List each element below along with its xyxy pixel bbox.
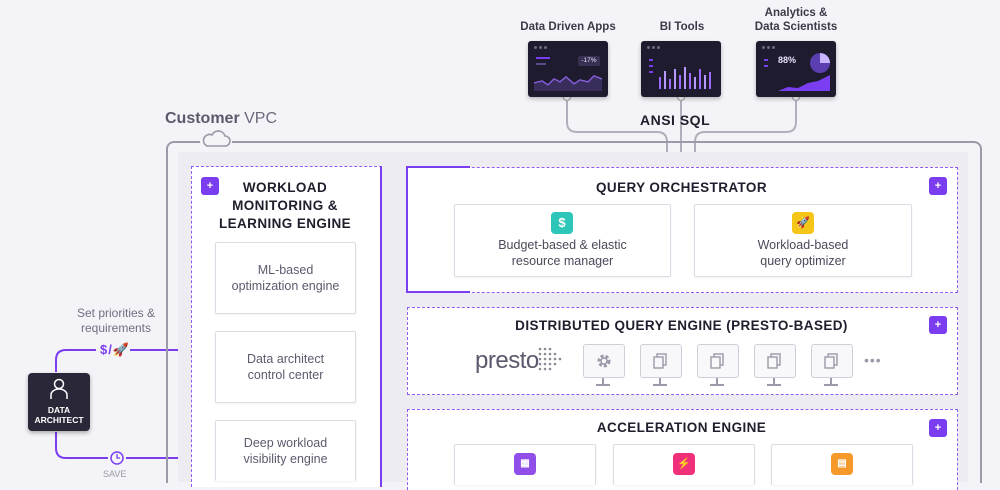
orchestrator-accent-bottom <box>406 291 470 293</box>
card-line: Data architect <box>246 352 325 366</box>
dollar-rocket-icons: $/🚀 <box>100 342 131 357</box>
architect-label-line: ARCHITECT <box>34 415 84 425</box>
card-line: control center <box>247 368 324 382</box>
workload-title-line-3: LEARNING ENGINE <box>218 216 351 231</box>
worker-node <box>754 344 796 386</box>
app-card-data-driven[interactable]: -17% <box>528 41 608 97</box>
card-line: Workload-based <box>757 238 849 252</box>
plus-badge-icon: + <box>929 177 947 195</box>
cloud-outline-icon <box>202 130 231 147</box>
card-line: resource manager <box>511 254 614 268</box>
ml-optimization-card[interactable]: ML-based optimization engine <box>215 242 356 314</box>
more-nodes-ellipsis: ••• <box>864 352 882 368</box>
acceleration-engine-title: ACCELERATION ENGINE <box>596 420 767 435</box>
visibility-engine-card[interactable]: Deep workload visibility engine <box>215 420 356 481</box>
priorities-line: requirements <box>80 321 152 335</box>
person-icon <box>50 378 68 399</box>
plus-badge-icon: + <box>929 316 947 334</box>
copy-icon <box>710 353 724 369</box>
copy-icon <box>653 353 667 369</box>
orchestrator-accent-left <box>406 166 408 293</box>
plus-badge-icon: + <box>929 419 947 437</box>
pie-chart-icon <box>810 53 830 73</box>
card-line: query optimizer <box>760 254 846 268</box>
app-label-bi-tools: BI Tools <box>659 21 705 33</box>
worker-node <box>811 344 853 386</box>
app-label-analytics: Analytics & Data Scientists <box>754 7 838 33</box>
query-orchestrator-title: QUERY ORCHESTRATOR <box>596 180 767 195</box>
copy-icon <box>824 353 838 369</box>
budget-manager-card[interactable]: $ Budget-based & elastic resource manage… <box>454 204 671 277</box>
query-optimizer-card[interactable]: 🚀 Workload-based query optimizer <box>694 204 912 277</box>
data-architect-box[interactable]: DATA ARCHITECT <box>28 373 90 431</box>
presto-dots-icon <box>538 347 562 371</box>
gear-icon <box>597 354 611 368</box>
card-line: Deep workload <box>243 436 328 450</box>
card-line: ML-based <box>257 263 314 277</box>
bar-chart-icon <box>659 67 711 89</box>
card-line: visibility engine <box>243 452 328 466</box>
app-label-data-driven: Data Driven Apps <box>520 21 616 33</box>
card-line: optimization engine <box>231 279 340 293</box>
vpc-title: Customer VPC <box>165 110 277 128</box>
vpc-title-bold: Customer <box>165 110 240 127</box>
priorities-label: Set priorities & requirements <box>66 306 166 336</box>
presto-logo: presto <box>475 347 539 374</box>
workload-title: WORKLOAD MONITORING & LEARNING ENGINE <box>215 179 355 233</box>
app-metric-percent: 88% <box>778 55 797 65</box>
worker-node <box>640 344 682 386</box>
app-metric-value: -17% <box>578 56 600 66</box>
app-card-bi-tools[interactable] <box>641 41 721 97</box>
rocket-icon: 🚀 <box>792 212 814 234</box>
card-line: Budget-based & elastic <box>498 238 627 252</box>
acceleration-card[interactable]: ▤ <box>771 444 913 485</box>
copy-icon <box>767 353 781 369</box>
calculator-icon: ▤ <box>831 453 853 475</box>
area-chart-icon <box>778 75 830 91</box>
lightning-icon: ⚡ <box>673 453 695 475</box>
workload-title-line-2: MONITORING & <box>232 198 338 213</box>
line-chart-icon <box>534 75 602 91</box>
control-center-card[interactable]: Data architect control center <box>215 331 356 403</box>
vpc-title-rest: VPC <box>239 110 278 127</box>
save-label-cut: SAVE <box>103 469 127 479</box>
ansi-sql-label: ANSI SQL <box>640 112 711 128</box>
dollar-icon: $ <box>551 212 573 234</box>
distributed-engine-title: DISTRIBUTED QUERY ENGINE (PRESTO-BASED) <box>515 318 848 333</box>
acceleration-card[interactable]: ⚡ <box>613 444 755 485</box>
priorities-line: Set priorities & <box>76 306 156 320</box>
worker-node <box>697 344 739 386</box>
orchestrator-accent-top <box>406 166 470 168</box>
grid-icon: ▦ <box>514 453 536 475</box>
workload-title-line-1: WORKLOAD <box>242 180 328 195</box>
app-card-analytics[interactable]: 88% <box>756 41 836 97</box>
architect-label-line: DATA <box>47 405 71 415</box>
acceleration-card[interactable]: ▦ <box>454 444 596 485</box>
coordinator-node <box>583 344 625 386</box>
